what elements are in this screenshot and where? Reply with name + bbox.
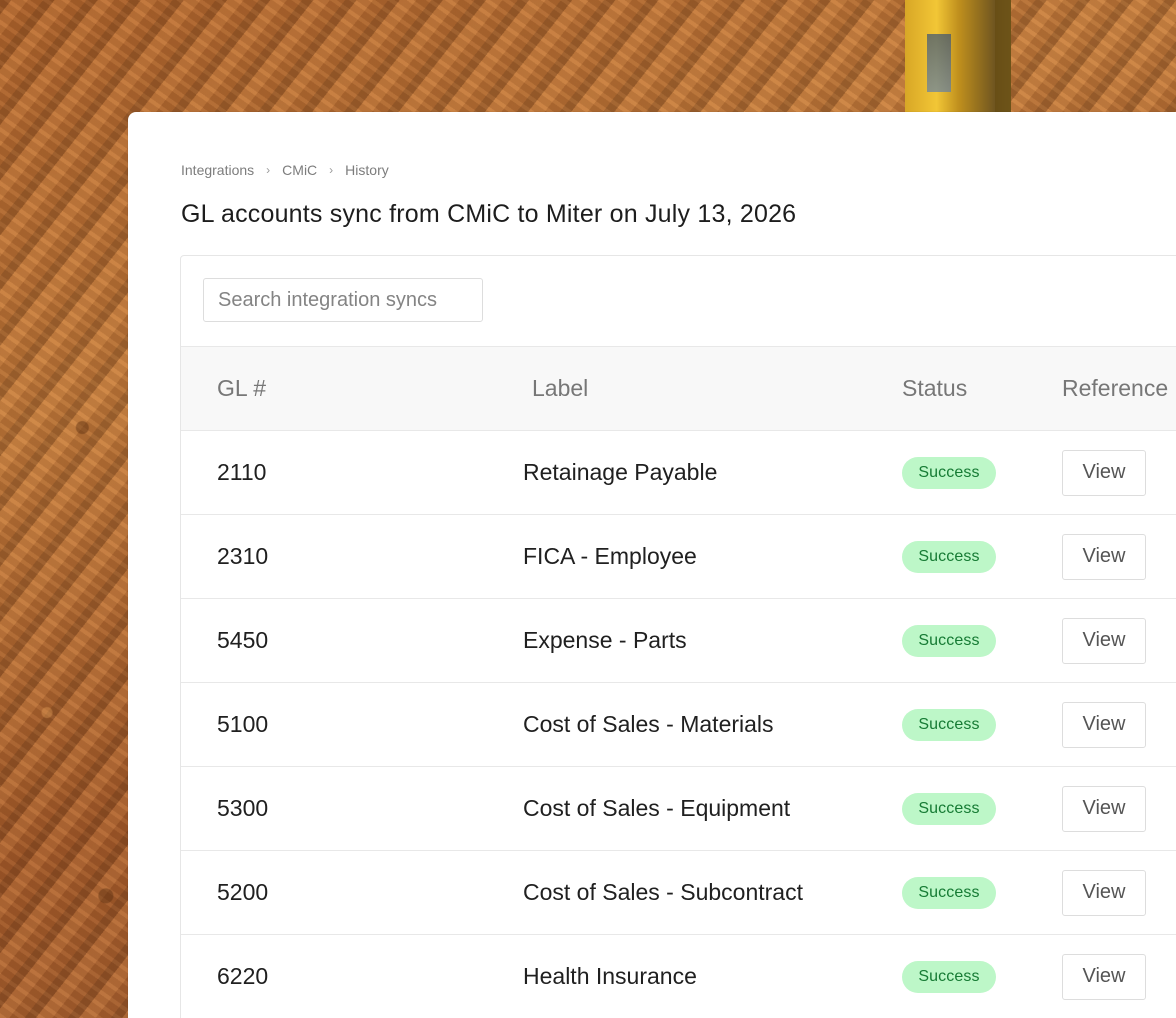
column-label: Label	[487, 347, 902, 431]
table-row: 5450 Expense - Parts Success View	[181, 598, 1176, 683]
breadcrumb-integrations[interactable]: Integrations	[181, 162, 254, 178]
status-cell: Success	[902, 766, 1062, 851]
gl-number-cell: 2110	[181, 430, 487, 515]
reference-cell: View	[1062, 850, 1176, 935]
status-badge: Success	[902, 457, 996, 489]
gl-number-cell: 2310	[181, 514, 487, 599]
column-reference: Reference	[1062, 347, 1176, 431]
table-header: GL # Label Status Reference	[181, 347, 1176, 431]
reference-cell: View	[1062, 682, 1176, 767]
table-row: 2310 FICA - Employee Success View	[181, 514, 1176, 599]
table-body: 2110 Retainage Payable Success View 2310…	[181, 430, 1176, 1018]
reference-cell: View	[1062, 514, 1176, 599]
label-cell: Cost of Sales - Equipment	[487, 766, 902, 851]
status-cell: Success	[902, 850, 1062, 935]
chevron-right-icon: ›	[266, 163, 271, 177]
table-row: 2110 Retainage Payable Success View	[181, 430, 1176, 515]
status-badge: Success	[902, 877, 996, 909]
view-reference-button[interactable]: View	[1062, 953, 1146, 1000]
label-cell: Cost of Sales - Materials	[487, 682, 902, 767]
integration-history-panel: Integrations › CMiC › History GL account…	[128, 112, 1176, 1018]
table-row: 5100 Cost of Sales - Materials Success V…	[181, 682, 1176, 767]
sync-results-table: GL # Label Status Reference 2110 Retaina…	[181, 347, 1176, 1018]
label-cell: Expense - Parts	[487, 598, 902, 683]
table-row: 6220 Health Insurance Success View	[181, 934, 1176, 1018]
status-cell: Success	[902, 934, 1062, 1018]
reference-cell: View	[1062, 430, 1176, 515]
search-input[interactable]	[203, 278, 483, 322]
gl-number-cell: 5200	[181, 850, 487, 935]
gl-number-cell: 5300	[181, 766, 487, 851]
table-row: 5200 Cost of Sales - Subcontract Success…	[181, 850, 1176, 935]
status-badge: Success	[902, 961, 996, 993]
breadcrumb-history[interactable]: History	[345, 162, 389, 178]
search-row	[181, 256, 1176, 347]
status-badge: Success	[902, 541, 996, 573]
column-gl-number: GL #	[181, 347, 487, 431]
breadcrumb-cmic[interactable]: CMiC	[282, 162, 317, 178]
label-cell: Retainage Payable	[487, 430, 902, 515]
gl-number-cell: 5450	[181, 598, 487, 683]
status-badge: Success	[902, 625, 996, 657]
view-reference-button[interactable]: View	[1062, 785, 1146, 832]
table-row: 5300 Cost of Sales - Equipment Success V…	[181, 766, 1176, 851]
view-reference-button[interactable]: View	[1062, 701, 1146, 748]
view-reference-button[interactable]: View	[1062, 617, 1146, 664]
sync-history-table-card: GL # Label Status Reference 2110 Retaina…	[180, 255, 1176, 1018]
view-reference-button[interactable]: View	[1062, 533, 1146, 580]
status-badge: Success	[902, 793, 996, 825]
reference-cell: View	[1062, 598, 1176, 683]
page-title: GL accounts sync from CMiC to Miter on J…	[181, 200, 797, 228]
column-status: Status	[902, 347, 1062, 431]
label-cell: FICA - Employee	[487, 514, 902, 599]
label-cell: Health Insurance	[487, 934, 902, 1018]
status-badge: Success	[902, 709, 996, 741]
gl-number-cell: 5100	[181, 682, 487, 767]
gl-number-cell: 6220	[181, 934, 487, 1018]
view-reference-button[interactable]: View	[1062, 449, 1146, 496]
label-cell: Cost of Sales - Subcontract	[487, 850, 902, 935]
construction-machine-background	[905, 0, 1011, 112]
status-cell: Success	[902, 514, 1062, 599]
breadcrumb: Integrations › CMiC › History	[181, 162, 389, 178]
reference-cell: View	[1062, 934, 1176, 1018]
status-cell: Success	[902, 598, 1062, 683]
reference-cell: View	[1062, 766, 1176, 851]
status-cell: Success	[902, 682, 1062, 767]
chevron-right-icon: ›	[329, 163, 334, 177]
status-cell: Success	[902, 430, 1062, 515]
view-reference-button[interactable]: View	[1062, 869, 1146, 916]
table-header-row: GL # Label Status Reference	[181, 347, 1176, 431]
